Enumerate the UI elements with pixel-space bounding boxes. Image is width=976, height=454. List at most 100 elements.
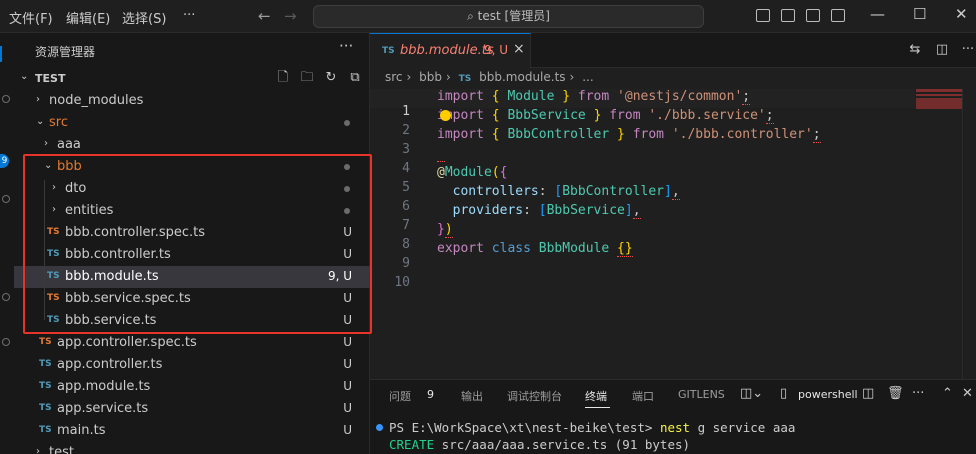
tab-bbb-module[interactable]: TS bbb.module.ts 9, U × <box>370 33 531 68</box>
forward-arrow-icon[interactable]: → <box>284 8 297 24</box>
file-item[interactable]: TS bbb.controller.spec.ts U <box>14 222 370 244</box>
active-tab-indicator <box>585 407 610 408</box>
tree-item-label: aaa <box>57 137 81 152</box>
tree-item-label: bbb.module.ts <box>65 269 159 284</box>
new-file-icon[interactable]: 🗋 <box>276 71 290 85</box>
split-editor-icon[interactable]: ◫ <box>934 42 950 58</box>
code-line: 2 import { BbbService } from './bbb.serv… <box>370 108 915 138</box>
collapse-all-icon[interactable]: ⧉ <box>348 71 362 85</box>
file-item[interactable]: TS main.ts U <box>14 420 370 442</box>
chevron-right-icon: › <box>44 138 48 149</box>
command-center-search[interactable]: ⌕ test [管理员] <box>313 5 704 28</box>
tree-item-label: entities <box>65 203 114 218</box>
folder-item[interactable]: › entities <box>14 200 370 222</box>
folder-item[interactable]: › dto <box>14 178 370 200</box>
file-item[interactable]: TS app.controller.ts U <box>14 354 370 376</box>
tree-item-label: app.controller.ts <box>57 357 163 372</box>
overview-ruler[interactable] <box>962 89 976 379</box>
activity-bar: 9 <box>0 33 14 454</box>
new-folder-icon[interactable]: 🗀 <box>300 71 314 85</box>
chevron-down-icon: ⌄ <box>20 71 29 82</box>
typescript-file-icon: TS <box>47 315 60 325</box>
search-activity-icon[interactable] <box>2 95 10 103</box>
code-line: 4 <box>370 146 915 176</box>
modified-dot-icon <box>344 208 350 214</box>
file-item[interactable]: TS bbb.service.ts U <box>14 310 370 332</box>
typescript-file-icon: TS <box>39 425 52 435</box>
menu-file[interactable]: 文件(F) <box>9 8 53 27</box>
workspace-section-header[interactable]: ⌄ TEST 🗋 🗀 ↻ ⧉ <box>14 68 370 90</box>
close-window-icon[interactable]: ✕ <box>955 5 968 23</box>
tab-debug-console[interactable]: 调试控制台 <box>507 388 562 404</box>
tab-problems[interactable]: 问题 <box>389 388 411 404</box>
open-changes-icon[interactable]: ⇆ <box>907 42 923 58</box>
run-debug-icon[interactable] <box>2 195 10 203</box>
maximize-icon[interactable]: ☐ <box>913 5 926 23</box>
folder-item[interactable]: ⌄ src <box>14 112 370 134</box>
minimap[interactable] <box>916 89 962 109</box>
file-item[interactable]: TS bbb.module.ts 9, U <box>14 266 370 288</box>
close-tab-icon[interactable]: × <box>513 41 525 57</box>
folder-item[interactable]: › aaa <box>14 134 370 156</box>
folder-item[interactable]: ⌄ bbb <box>14 156 370 178</box>
typescript-file-icon: TS <box>39 381 52 391</box>
modified-dot-icon <box>344 120 350 126</box>
toggle-sidebar-icon[interactable] <box>756 9 770 22</box>
breadcrumb-file[interactable]: bbb.module.ts <box>479 70 565 84</box>
refresh-icon[interactable]: ↻ <box>324 71 338 85</box>
search-icon: ⌕ <box>467 9 474 23</box>
trash-icon[interactable]: 🗑 <box>887 386 904 401</box>
menu-more[interactable]: ··· <box>183 8 195 23</box>
git-status-badge: U <box>343 225 352 239</box>
breadcrumb-bbb[interactable]: bbb <box>419 70 442 84</box>
typescript-file-icon: TS <box>39 403 52 413</box>
tab-terminal[interactable]: 终端 <box>585 388 607 404</box>
tree-item-label: bbb.controller.ts <box>65 247 171 262</box>
lightbulb-icon[interactable] <box>440 110 451 121</box>
remote-icon[interactable] <box>2 338 10 346</box>
folder-item[interactable]: › test <box>14 442 370 454</box>
tree-item-label: app.service.ts <box>57 401 149 416</box>
maximize-panel-icon[interactable]: ⌃ <box>942 386 953 401</box>
back-arrow-icon[interactable]: ← <box>258 8 271 24</box>
tab-output[interactable]: 输出 <box>461 388 483 404</box>
extensions-icon[interactable] <box>2 293 10 301</box>
minimize-icon[interactable]: — <box>870 5 885 23</box>
menu-edit[interactable]: 编辑(E) <box>66 8 110 27</box>
folder-item[interactable]: › node_modules <box>14 90 370 112</box>
typescript-file-icon: TS <box>47 249 60 259</box>
close-panel-icon[interactable]: ✕ <box>962 386 973 401</box>
terminal-shell-name[interactable]: powershell <box>798 388 858 401</box>
file-item[interactable]: TS app.service.ts U <box>14 398 370 420</box>
tab-ports[interactable]: 端口 <box>632 388 654 404</box>
new-terminal-icon[interactable]: ◫⌄ <box>740 386 763 401</box>
toggle-secondary-sidebar-icon[interactable] <box>806 9 820 22</box>
terminal-more-icon[interactable]: ··· <box>912 386 924 401</box>
chevron-right-icon: › <box>52 204 56 215</box>
menu-select[interactable]: 选择(S) <box>122 8 166 27</box>
explorer-title: 资源管理器 <box>35 45 96 59</box>
git-status-badge: U <box>343 423 352 437</box>
toggle-panel-icon[interactable] <box>781 9 795 22</box>
git-status-badge: U <box>343 401 352 415</box>
editor-more-icon[interactable]: ··· <box>960 42 976 58</box>
file-item[interactable]: TS app.module.ts U <box>14 376 370 398</box>
tree-item-label: node_modules <box>49 93 144 108</box>
file-item[interactable]: TS app.controller.spec.ts U <box>14 332 370 354</box>
code-editor[interactable]: 1 import { Module } from '@nestjs/common… <box>370 89 915 379</box>
typescript-file-icon: TS <box>382 46 395 56</box>
split-terminal-icon[interactable]: ◫ <box>862 386 874 401</box>
tree-item-label: src <box>49 115 68 130</box>
breadcrumb-src[interactable]: src <box>385 70 403 84</box>
typescript-file-icon: TS <box>47 293 60 303</box>
title-bar: 文件(F) 编辑(E) 选择(S) ··· ← → ⌕ test [管理员] —… <box>0 0 976 33</box>
chevron-right-icon: › <box>36 94 40 105</box>
customize-layout-icon[interactable] <box>831 9 845 22</box>
typescript-file-icon: TS <box>458 74 472 84</box>
tab-gitlens[interactable]: GITLENS <box>678 388 725 401</box>
code-line: 9 export class BbbModule {} <box>370 241 915 271</box>
file-item[interactable]: TS bbb.controller.ts U <box>14 244 370 266</box>
file-item[interactable]: TS bbb.service.spec.ts U <box>14 288 370 310</box>
breadcrumb-symbol[interactable]: ... <box>582 70 593 84</box>
explorer-more-icon[interactable]: ··· <box>339 37 353 55</box>
